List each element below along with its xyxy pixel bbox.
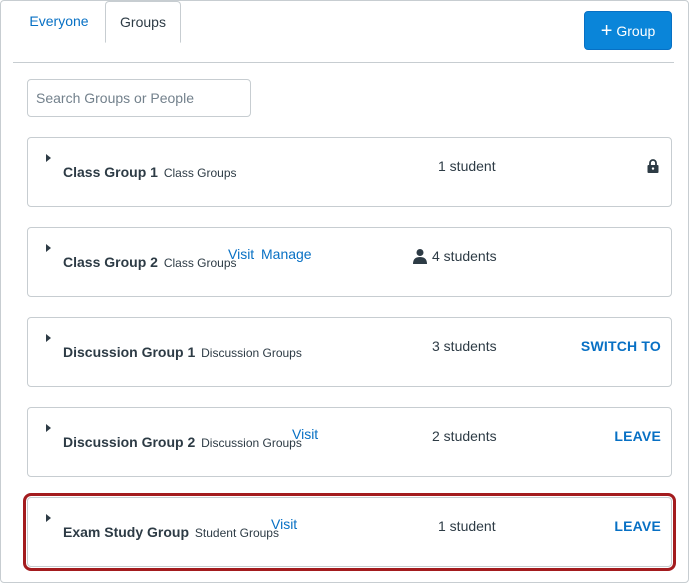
member-count: 4 students <box>432 248 497 264</box>
tab-everyone[interactable]: Everyone <box>13 1 105 43</box>
visit-link[interactable]: Visit <box>271 516 297 532</box>
group-category: Class Groups <box>163 256 237 270</box>
expand-toggle-icon[interactable] <box>46 244 51 252</box>
visit-link[interactable]: Visit <box>292 426 318 442</box>
member-count: 2 students <box>432 428 497 444</box>
expand-toggle-icon[interactable] <box>46 334 51 342</box>
switch-to-button[interactable]: SWITCH TO <box>581 338 661 354</box>
group-row-class-group-1: Class Group 1 Class Groups 1 student <box>27 137 672 207</box>
group-name: Class Group 1 Class Groups <box>63 164 237 180</box>
lock-icon <box>647 159 659 173</box>
manage-link[interactable]: Manage <box>261 246 312 262</box>
tabs-divider <box>13 62 674 63</box>
group-row-discussion-group-2: Discussion Group 2 Discussion Groups Vis… <box>27 407 672 477</box>
groups-panel: Everyone Groups + Group Class Group 1 Cl… <box>0 0 689 583</box>
group-row-class-group-2: Class Group 2 Class Groups Visit Manage … <box>27 227 672 297</box>
member-count: 1 student <box>438 158 496 174</box>
group-name: Exam Study Group Student Groups <box>63 524 279 540</box>
add-group-button[interactable]: + Group <box>584 11 672 50</box>
expand-toggle-icon[interactable] <box>46 154 51 162</box>
group-category: Student Groups <box>194 526 279 540</box>
user-icon <box>413 249 427 264</box>
group-name: Discussion Group 1 Discussion Groups <box>63 344 302 360</box>
group-name: Class Group 2 Class Groups <box>63 254 237 270</box>
group-category: Class Groups <box>163 166 237 180</box>
tab-groups[interactable]: Groups <box>105 1 181 43</box>
member-count: 1 student <box>438 518 496 534</box>
leave-button[interactable]: LEAVE <box>614 428 661 444</box>
visit-link[interactable]: Visit <box>228 246 254 262</box>
member-count: 3 students <box>432 338 497 354</box>
group-row-exam-study-group: Exam Study Group Student Groups Visit 1 … <box>27 497 672 567</box>
leave-button[interactable]: LEAVE <box>614 518 661 534</box>
group-name: Discussion Group 2 Discussion Groups <box>63 434 302 450</box>
add-group-label: Group <box>616 22 656 39</box>
expand-toggle-icon[interactable] <box>46 424 51 432</box>
group-category: Discussion Groups <box>201 436 302 450</box>
group-row-discussion-group-1: Discussion Group 1 Discussion Groups 3 s… <box>27 317 672 387</box>
search-input[interactable] <box>27 79 251 117</box>
expand-toggle-icon[interactable] <box>46 514 51 522</box>
group-category: Discussion Groups <box>201 346 302 360</box>
plus-icon: + <box>600 19 613 42</box>
